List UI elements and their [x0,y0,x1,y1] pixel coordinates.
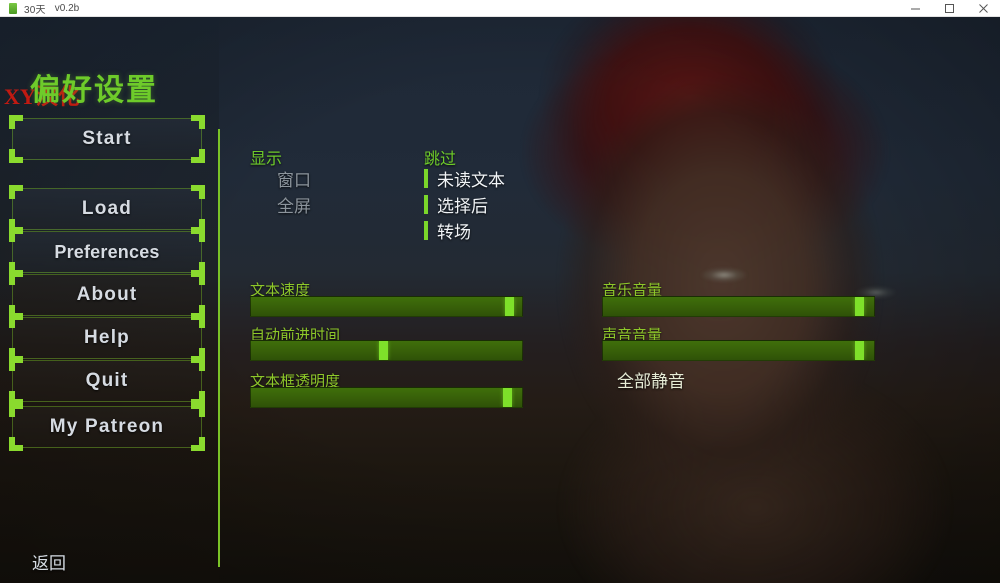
slider-handle[interactable] [854,297,864,316]
sidebar-item-label: Help [84,327,130,348]
corner-bracket-icon [9,185,23,199]
app-icon [9,2,17,14]
display-option-label: 全屏 [277,197,311,216]
corner-bracket-icon [9,228,23,242]
sidebar-item-my-patreon[interactable]: My Patreon [9,403,205,451]
corner-bracket-icon [9,271,23,285]
corner-bracket-icon [9,403,23,417]
sidebar-item-label: My Patreon [49,416,165,437]
corner-bracket-icon [9,314,23,328]
sidebar-item-label: Quit [85,370,129,391]
application-window: 30天 v0.2b XY汉化 偏好设置 Start Load Preferenc… [0,0,1000,583]
skip-option-unread-text[interactable]: 未读文本 [424,166,505,191]
sidebar-item-preferences[interactable]: Preferences [9,228,205,276]
corner-bracket-icon [9,115,23,129]
slider-handle[interactable] [379,341,389,360]
page-title: 偏好设置 [30,74,158,107]
selection-marker-icon [264,195,268,214]
window-titlebar: 30天 v0.2b [0,0,1000,17]
sidebar-item-label: About [76,284,138,305]
display-option-label: 窗口 [277,171,311,190]
sidebar-item-quit[interactable]: Quit [9,357,205,405]
sidebar-item-label: Preferences [54,241,160,262]
sidebar-item-start[interactable]: Start [9,115,205,163]
corner-bracket-icon [9,357,23,371]
text-speed-slider[interactable] [250,296,523,317]
sound-volume-slider[interactable] [602,340,875,361]
display-option-fullscreen[interactable]: 全屏 [264,192,311,217]
back-button[interactable]: 返回 [32,549,66,574]
skip-option-transitions[interactable]: 转场 [424,218,471,243]
preferences-panel: 显示 窗口 全屏 跳过 未读文本 选择后 转场 文本速度 自动前进时间 文本框透… [219,17,1000,583]
selection-marker-icon [424,195,428,214]
skip-option-label: 未读文本 [437,171,505,190]
auto-forward-time-slider[interactable] [250,340,523,361]
skip-option-after-choices[interactable]: 选择后 [424,192,488,217]
sidebar-item-load[interactable]: Load [9,185,205,233]
selection-marker-icon [424,169,428,188]
selection-marker-icon [424,221,428,240]
music-volume-slider[interactable] [602,296,875,317]
sidebar-item-label: Load [81,198,133,219]
window-title: 30天 [24,4,46,16]
mute-all-button[interactable]: 全部静音 [617,367,685,392]
skip-option-label: 转场 [437,223,471,242]
sidebar-item-help[interactable]: Help [9,314,205,362]
close-icon[interactable] [966,0,1000,17]
game-viewport: XY汉化 偏好设置 Start Load Preferences About H… [0,17,1000,583]
maximize-icon[interactable] [932,0,966,17]
minimize-icon[interactable] [898,0,932,17]
slider-handle[interactable] [854,341,864,360]
slider-handle[interactable] [505,297,515,316]
skip-option-label: 选择后 [437,197,488,216]
sidebar-item-about[interactable]: About [9,271,205,319]
sidebar-divider [218,129,220,567]
textbox-opacity-slider[interactable] [250,387,523,408]
selection-marker-icon [264,169,268,188]
sidebar-item-label: Start [82,128,132,149]
window-version: v0.2b [54,2,80,14]
display-option-window[interactable]: 窗口 [264,166,311,191]
slider-handle[interactable] [502,388,512,407]
